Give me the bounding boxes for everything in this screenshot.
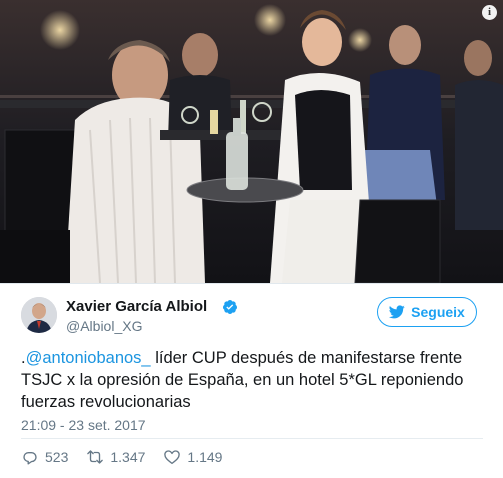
follow-button-label: Segueix: [411, 304, 465, 320]
avatar-image: [21, 297, 57, 333]
retweet-count: 1.347: [110, 449, 146, 465]
retweet-button[interactable]: 1.347: [86, 448, 145, 466]
divider: [21, 438, 483, 439]
tweet-card: i Xavier García Albiol @Albiol_XG Seguei…: [0, 0, 503, 478]
reply-count: 523: [45, 449, 69, 465]
follow-button[interactable]: Segueix: [377, 297, 477, 327]
avatar[interactable]: [21, 297, 57, 333]
timestamp[interactable]: 21:09 - 23 set. 2017: [21, 417, 146, 433]
reply-icon: [23, 451, 37, 465]
twitter-bird-icon: [389, 305, 405, 319]
like-count: 1.149: [187, 449, 223, 465]
heart-icon: [164, 450, 181, 465]
retweet-icon: [87, 450, 104, 464]
restaurant-scene: [0, 0, 503, 283]
author-name[interactable]: Xavier García Albiol: [66, 298, 207, 315]
reply-button[interactable]: 523: [21, 448, 68, 466]
verified-badge-icon: [222, 300, 237, 314]
tweet-actions: 523 1.347 1.149: [21, 446, 240, 468]
tweet-text: .@antoniobanos_ líder CUP después de man…: [21, 347, 481, 413]
info-icon[interactable]: i: [482, 5, 497, 20]
author-handle[interactable]: @Albiol_XG: [66, 318, 142, 334]
like-button[interactable]: 1.149: [163, 448, 222, 466]
tweet-photo[interactable]: i: [0, 0, 503, 283]
divider: [0, 283, 503, 284]
mention-link[interactable]: @antoniobanos_: [26, 349, 151, 367]
